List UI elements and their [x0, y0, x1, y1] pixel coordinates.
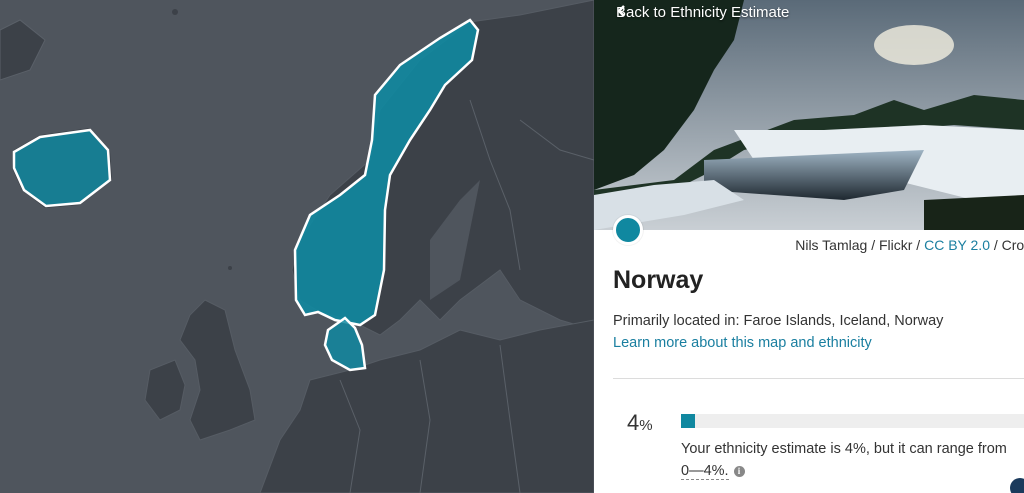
estimate-range-value[interactable]: 0—4%. — [681, 463, 729, 480]
info-icon[interactable]: i — [733, 466, 745, 477]
region-color-indicator — [613, 215, 643, 245]
learn-more-link[interactable]: Learn more about this map and ethnicity — [613, 335, 872, 351]
region-photo: Back to Ethnicity Estimate — [594, 0, 1024, 230]
photo-credit: Nils Tamlag / Flickr / CC BY 2.0 / Crop — [795, 237, 1024, 253]
map-canvas — [0, 0, 594, 493]
region-detail-panel: Back to Ethnicity Estimate Nils Tamlag /… — [594, 0, 1024, 493]
estimate-percent: 4% — [627, 410, 653, 436]
estimate-bar-fill — [681, 414, 696, 428]
estimate-percent-sign: % — [639, 417, 653, 434]
estimate-percent-value: 4 — [627, 410, 640, 435]
estimate-bar — [681, 414, 1024, 428]
photo-credit-suffix: / Crop — [993, 237, 1024, 253]
region-iceland — [12, 128, 112, 208]
estimate-range: 0—4%. i — [681, 463, 745, 480]
photo-license-link[interactable]: CC BY 2.0 — [924, 237, 990, 253]
divider — [613, 378, 1024, 379]
estimate-description: Your ethnicity estimate is 4%, but it ca… — [681, 441, 1007, 457]
ethnicity-map[interactable] — [0, 0, 594, 493]
back-link-label: Back to Ethnicity Estimate — [616, 4, 790, 21]
help-button[interactable] — [1010, 478, 1024, 493]
landscape-photo — [594, 0, 1024, 230]
located-text: Primarily located in: Faroe Islands, Ice… — [613, 313, 944, 329]
photo-credit-author: Nils Tamlag / Flickr / — [795, 237, 921, 253]
back-to-estimate-link[interactable]: Back to Ethnicity Estimate — [616, 4, 789, 21]
chevron-left-icon — [617, 5, 625, 17]
region-title: Norway — [613, 266, 704, 294]
